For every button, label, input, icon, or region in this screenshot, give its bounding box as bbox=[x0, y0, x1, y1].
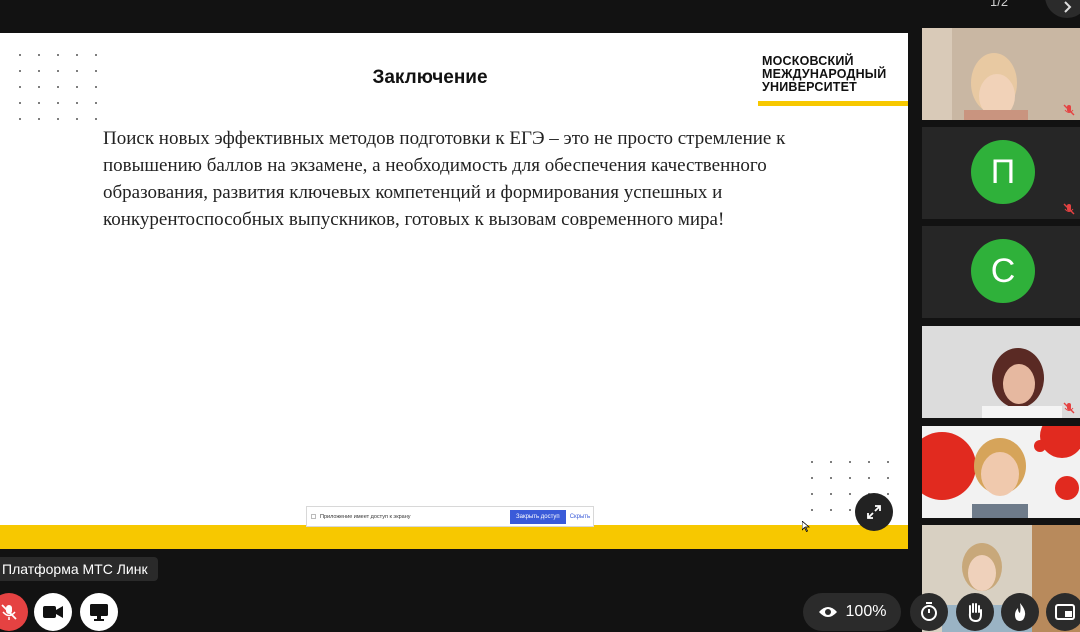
slide-body-text: Поиск новых эффективных методов подготов… bbox=[103, 128, 786, 230]
university-logo: МОСКОВСКИЙ МЕЖДУНАРОДНЫЙ УНИВЕРСИТЕТ bbox=[762, 55, 886, 94]
picture-in-picture-button[interactable] bbox=[1046, 593, 1080, 631]
mic-off-icon bbox=[1063, 104, 1075, 116]
participant-video-tile[interactable] bbox=[922, 326, 1080, 418]
logo-underline bbox=[758, 101, 908, 106]
viewers-indicator[interactable]: 100% bbox=[803, 593, 901, 631]
participant-avatar-tile[interactable]: П bbox=[922, 127, 1080, 219]
share-notice-text: Приложение имеет доступ к экрану bbox=[320, 513, 411, 520]
participant-video-tile[interactable] bbox=[922, 28, 1080, 120]
avatar: С bbox=[971, 239, 1035, 303]
picture-in-picture-icon bbox=[1055, 604, 1075, 620]
presentation-slide: Заключение МОСКОВСКИЙ МЕЖДУНАРОДНЫЙ УНИВ… bbox=[0, 33, 908, 549]
decorative-dot-grid bbox=[19, 54, 114, 134]
screen-share-button[interactable] bbox=[80, 593, 118, 631]
next-slide-button[interactable] bbox=[1045, 0, 1080, 18]
hide-notice-button[interactable]: Скрыть bbox=[570, 514, 590, 520]
mic-off-icon bbox=[1, 604, 17, 620]
camera-icon bbox=[43, 606, 63, 618]
platform-label: Платформа МТС Линк bbox=[0, 557, 158, 581]
microphone-toggle-button[interactable] bbox=[0, 593, 28, 631]
participant-avatar-tile[interactable]: С bbox=[922, 226, 1080, 318]
drag-handle-icon[interactable] bbox=[311, 514, 316, 519]
camera-toggle-button[interactable] bbox=[34, 593, 72, 631]
screen-share-icon bbox=[90, 604, 108, 621]
fullscreen-button[interactable] bbox=[855, 493, 893, 531]
mouse-cursor-icon bbox=[802, 521, 810, 532]
participant-video-frame bbox=[922, 28, 1080, 120]
eye-icon bbox=[818, 607, 837, 617]
screen-share-notice: Приложение имеет доступ к экрану Закрыть… bbox=[306, 506, 594, 527]
mic-off-icon bbox=[1063, 203, 1075, 215]
expand-icon bbox=[867, 505, 881, 519]
mic-off-icon bbox=[1063, 402, 1075, 414]
raise-hand-button[interactable] bbox=[956, 593, 994, 631]
page-counter: 1/2 bbox=[990, 0, 1009, 9]
timer-button[interactable] bbox=[910, 593, 948, 631]
reactions-button[interactable] bbox=[1001, 593, 1039, 631]
timer-icon bbox=[921, 602, 937, 621]
slide-footer-band bbox=[0, 525, 908, 549]
participant-video-frame bbox=[922, 426, 1080, 518]
avatar: П bbox=[971, 140, 1035, 204]
participant-video-frame bbox=[922, 326, 1080, 418]
fire-icon bbox=[1015, 603, 1026, 621]
view-percent: 100% bbox=[845, 603, 887, 620]
slide-title: Заключение bbox=[372, 67, 488, 88]
participant-video-tile[interactable] bbox=[922, 426, 1080, 518]
chevron-right-icon bbox=[1064, 1, 1072, 13]
stop-sharing-button[interactable]: Закрыть доступ bbox=[510, 509, 566, 524]
raise-hand-icon bbox=[968, 603, 982, 622]
logo-line: УНИВЕРСИТЕТ bbox=[762, 80, 857, 94]
